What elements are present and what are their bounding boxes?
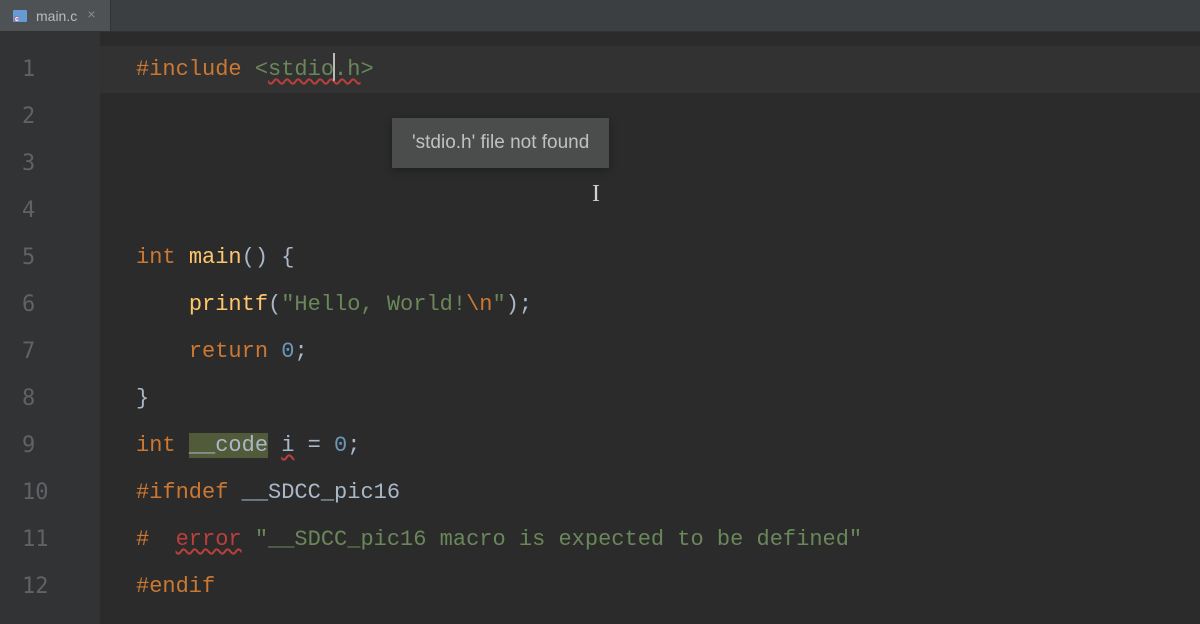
space (242, 527, 255, 552)
line-number[interactable]: 11 (0, 516, 100, 563)
eq: = (294, 433, 334, 458)
line-number[interactable]: 3 (0, 140, 100, 187)
line-number[interactable]: 5 (0, 234, 100, 281)
indent (136, 339, 189, 364)
code-line-7[interactable]: return 0; (136, 328, 1200, 375)
c-file-icon: c (12, 8, 28, 24)
line-number[interactable]: 7 (0, 328, 100, 375)
line-number[interactable]: 2 (0, 93, 100, 140)
code-line-12[interactable]: #endif (136, 563, 1200, 610)
ibeam-cursor-icon: I (592, 181, 600, 208)
preproc-error: error (176, 527, 242, 552)
line-number[interactable]: 1 (0, 46, 100, 93)
fn-main: main (189, 245, 242, 270)
line-number[interactable]: 6 (0, 281, 100, 328)
code-line-4[interactable] (136, 187, 1200, 234)
code-qualifier: __code (189, 433, 268, 458)
close-brace: } (136, 386, 149, 411)
code-line-6[interactable]: printf("Hello, World!\n"); (136, 281, 1200, 328)
var-i: i (281, 433, 294, 458)
string-part2: " (492, 292, 505, 317)
space (268, 433, 281, 458)
num-zero: 0 (334, 433, 347, 458)
line-number[interactable]: 10 (0, 469, 100, 516)
indent (136, 292, 189, 317)
code-line-11[interactable]: # error "__SDCC_pic16 macro is expected … (136, 516, 1200, 563)
semi: ; (294, 339, 307, 364)
code-line-2[interactable] (136, 93, 1200, 140)
editor: 1 2 3 4 5 6 7 8 9 10 11 12 #include <std… (0, 32, 1200, 624)
file-tab[interactable]: c main.c × (0, 0, 111, 31)
code-area[interactable]: #include <stdio.h> int main() { printf("… (100, 32, 1200, 624)
tab-label: main.c (36, 8, 77, 24)
preproc-hash: # (136, 527, 176, 552)
code-line-3[interactable] (136, 140, 1200, 187)
kw-int: int (136, 433, 189, 458)
line-number[interactable]: 8 (0, 375, 100, 422)
kw-int: int (136, 245, 189, 270)
error-msg: "__SDCC_pic16 macro is expected to be de… (255, 527, 862, 552)
close-icon[interactable]: × (85, 8, 97, 24)
line-number[interactable]: 9 (0, 422, 100, 469)
tab-bar: c main.c × (0, 0, 1200, 32)
lparen: ( (268, 292, 281, 317)
preproc-ifndef: #ifndef (136, 480, 242, 505)
include-doth: .h (334, 57, 360, 82)
num-zero: 0 (281, 339, 294, 364)
string-escape: \n (466, 292, 492, 317)
kw-return: return (189, 339, 281, 364)
error-tooltip: 'stdio.h' file not found (392, 118, 609, 168)
line-number[interactable]: 4 (0, 187, 100, 234)
include-stdio: stdio (268, 57, 334, 82)
macro-name: __SDCC_pic16 (242, 480, 400, 505)
code-line-9[interactable]: int __code i = 0; (136, 422, 1200, 469)
include-lt: < (255, 57, 268, 82)
line-number[interactable]: 12 (0, 563, 100, 610)
preproc-include: #include (136, 57, 255, 82)
code-line-10[interactable]: #ifndef __SDCC_pic16 (136, 469, 1200, 516)
include-gt: > (360, 57, 373, 82)
rparen-semi: ); (506, 292, 532, 317)
gutter: 1 2 3 4 5 6 7 8 9 10 11 12 (0, 32, 100, 624)
fn-printf: printf (189, 292, 268, 317)
semi: ; (347, 433, 360, 458)
code-line-8[interactable]: } (136, 375, 1200, 422)
preproc-endif: #endif (136, 574, 215, 599)
svg-text:c: c (15, 16, 19, 23)
code-line-5[interactable]: int main() { (136, 234, 1200, 281)
string-part1: "Hello, World! (281, 292, 466, 317)
paren-brace: () { (242, 245, 295, 270)
code-line-1[interactable]: #include <stdio.h> (136, 46, 1200, 93)
